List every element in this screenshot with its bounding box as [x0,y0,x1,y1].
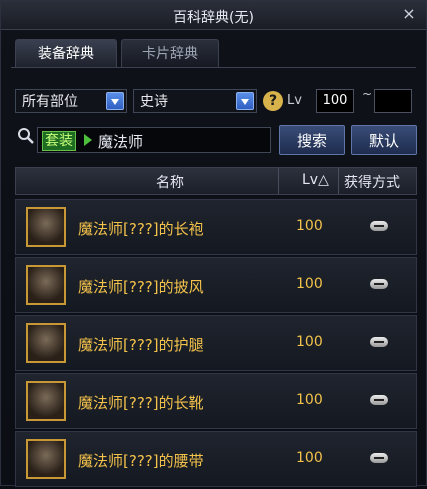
column-level[interactable]: Lv△ [302,172,329,188]
search-button[interactable]: 搜索 [279,125,345,155]
chevron-down-icon[interactable] [106,92,124,110]
robe-icon [26,207,66,247]
column-name[interactable]: 名称 [156,172,184,192]
minus-icon[interactable] [370,395,388,405]
leggings-icon [26,323,66,363]
item-level: 100 [296,218,323,234]
item-level: 100 [296,450,323,466]
search-input[interactable]: 套装 魔法师 [37,127,271,153]
help-icon[interactable]: ? [263,91,283,111]
table-row[interactable]: 魔法师[???]的护腿 100 [15,315,417,371]
minus-icon[interactable] [370,279,388,289]
item-level: 100 [296,334,323,350]
search-icon [18,128,34,144]
tab-equipment-dictionary[interactable]: 装备辞典 [15,39,117,68]
item-name: 魔法师[???]的披风 [78,278,204,296]
minus-icon[interactable] [370,337,388,347]
level-range-separator: ~ [362,87,373,101]
item-name: 魔法师[???]的长靴 [78,394,204,412]
close-icon[interactable]: × [400,5,418,23]
chevron-down-icon[interactable] [236,92,254,110]
item-level: 100 [296,276,323,292]
set-tag: 套装 [42,131,76,151]
grade-select[interactable]: 史诗 [133,89,257,113]
column-source[interactable]: 获得方式 [344,172,400,192]
belt-icon [26,439,66,479]
table-header: 名称 Lv△ 获得方式 [15,167,417,195]
column-divider [338,168,339,194]
table-row[interactable]: 魔法师[???]的披风 100 [15,257,417,313]
default-button[interactable]: 默认 [351,125,417,155]
tag-arrow-icon [84,134,92,146]
table-row[interactable]: 魔法师[???]的腰带 100 [15,431,417,487]
title-bar: 百科辞典(无) × [1,1,426,30]
item-name: 魔法师[???]的护腿 [78,336,204,354]
encyclopedia-window: 百科辞典(无) × 装备辞典 卡片辞典 所有部位 史诗 ? Lv 100 ~ 套… [0,0,427,489]
level-min-input[interactable]: 100 [316,89,354,113]
item-name: 魔法师[???]的长袍 [78,220,204,238]
boots-icon [26,381,66,421]
search-query: 魔法师 [98,133,144,151]
level-label: Lv [287,93,302,108]
minus-icon[interactable] [370,221,388,231]
cloak-icon [26,265,66,305]
table-row[interactable]: 魔法师[???]的长袍 100 [15,199,417,255]
part-select-value: 所有部位 [22,94,78,110]
grade-select-value: 史诗 [140,94,168,110]
window-title: 百科辞典(无) [173,10,254,26]
column-divider [278,168,279,194]
item-name: 魔法师[???]的腰带 [78,452,204,470]
item-list: 魔法师[???]的长袍 100 魔法师[???]的披风 100 魔法师[???]… [15,199,417,489]
level-max-input[interactable] [374,89,412,113]
part-select[interactable]: 所有部位 [15,89,127,113]
tab-card-dictionary[interactable]: 卡片辞典 [121,39,219,68]
table-row[interactable]: 魔法师[???]的长靴 100 [15,373,417,429]
tab-divider [11,67,416,68]
item-level: 100 [296,392,323,408]
minus-icon[interactable] [370,453,388,463]
